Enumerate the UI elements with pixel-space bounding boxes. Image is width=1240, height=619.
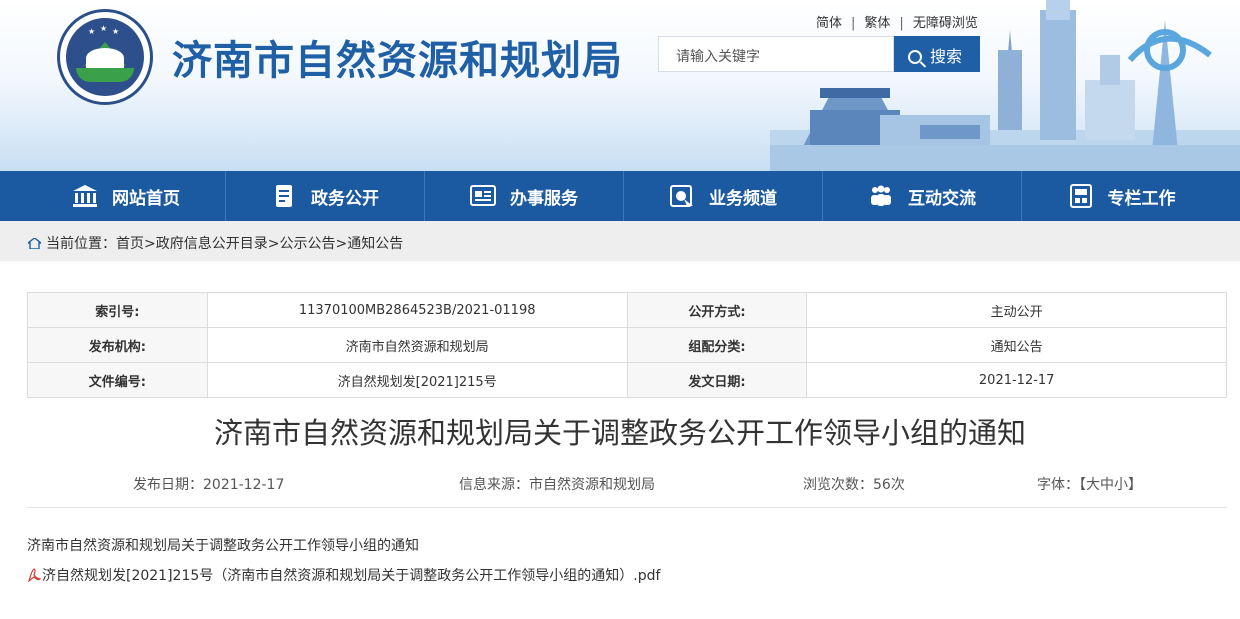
table-row: 发布机构: 济南市自然资源和规划局 组配分类: 通知公告 — [27, 327, 1227, 363]
column-icon — [1069, 184, 1092, 208]
main-nav: 网站首页 政务公开 办事服务 业务频道 互动交流 专栏工作 — [0, 171, 1240, 221]
nav-label: 政务公开 — [311, 188, 379, 209]
issuing-org-label: 发布机构: — [27, 327, 208, 363]
document-icon — [276, 185, 292, 207]
font-large-button[interactable]: 大 — [1086, 477, 1100, 493]
search-button[interactable]: 搜索 — [894, 36, 980, 72]
disclosure-method-label: 公开方式: — [626, 292, 808, 328]
bracket-open: 【 — [1079, 477, 1086, 493]
search-icon — [908, 50, 922, 64]
nav-business-channel[interactable]: 业务频道 — [624, 171, 823, 221]
traditional-chinese-link[interactable]: 繁体 — [864, 12, 890, 31]
index-number-label: 索引号: — [27, 292, 208, 328]
publish-date: 发布日期：2021-12-17 — [133, 477, 285, 493]
simplified-chinese-link[interactable]: 简体 — [816, 12, 842, 31]
nav-services[interactable]: 办事服务 — [425, 171, 624, 221]
nav-label: 互动交流 — [908, 188, 976, 209]
category-label: 组配分类: — [626, 327, 808, 363]
index-number-value: 11370100MB2864523B/2021-01198 — [206, 292, 628, 328]
nav-label: 办事服务 — [510, 188, 578, 209]
nav-label: 网站首页 — [112, 188, 180, 209]
search-input[interactable]: 请输入关键字 — [658, 36, 894, 72]
issue-date-label: 发文日期: — [626, 362, 808, 398]
accessibility-link[interactable]: 无障碍浏览 — [913, 12, 978, 31]
site-title: 济南市自然资源和规划局 — [172, 38, 623, 84]
top-links: 简体 | 繁体 | 无障碍浏览 — [816, 12, 978, 31]
nav-special-column[interactable]: 专栏工作 — [1022, 171, 1221, 221]
document-meta-table: 索引号: 11370100MB2864523B/2021-01198 公开方式:… — [27, 292, 1227, 398]
nav-label: 业务频道 — [709, 188, 777, 209]
nav-gov-affairs[interactable]: 政务公开 — [226, 171, 425, 221]
attachment-name: 济自然规划发[2021]215号（济南市自然资源和规划局关于调整政务公开工作领导… — [42, 568, 661, 584]
breadcrumb-sep: > — [335, 236, 348, 252]
link-separator: | — [899, 16, 904, 31]
issue-date-value: 2021-12-17 — [806, 362, 1227, 398]
breadcrumb-announcements[interactable]: 公示公告 — [279, 236, 335, 252]
home-icon — [28, 238, 41, 249]
info-source: 信息来源：市自然资源和规划局 — [459, 477, 655, 493]
link-separator: | — [851, 16, 856, 31]
nav-interaction[interactable]: 互动交流 — [823, 171, 1022, 221]
pdf-file-icon — [28, 568, 41, 582]
breadcrumb-sep: > — [144, 236, 156, 252]
document-number-label: 文件编号: — [27, 362, 208, 398]
breadcrumb-notices[interactable]: 通知公告 — [347, 236, 403, 252]
site-logo[interactable]: ★ ★ ★ — [57, 9, 153, 105]
channel-icon — [670, 185, 693, 207]
breadcrumb-bar: 当前位置：首页>政府信息公开目录>公示公告>通知公告 — [0, 221, 1240, 261]
font-small-button[interactable]: 小 — [1114, 477, 1128, 493]
pdf-attachment-link[interactable]: 济自然规划发[2021]215号（济南市自然资源和规划局关于调整政务公开工作领导… — [27, 565, 660, 585]
bracket-close: 】 — [1128, 477, 1142, 493]
issuing-org-value: 济南市自然资源和规划局 — [206, 327, 628, 363]
font-size-control: 字体：【大中小】 — [1037, 474, 1142, 494]
divider — [27, 507, 1227, 508]
breadcrumb-prefix: 当前位置： — [46, 236, 116, 252]
view-count: 浏览次数：56次 — [803, 477, 905, 493]
breadcrumb-gov-info[interactable]: 政府信息公开目录 — [156, 236, 268, 252]
disclosure-method-value: 主动公开 — [806, 292, 1227, 328]
nav-home[interactable]: 网站首页 — [27, 171, 226, 221]
category-value: 通知公告 — [806, 327, 1227, 363]
breadcrumb-home[interactable]: 首页 — [116, 236, 144, 252]
service-form-icon — [470, 185, 496, 206]
bureau-emblem-icon: ★ ★ ★ — [66, 18, 144, 96]
table-row: 文件编号: 济自然规划发[2021]215号 发文日期: 2021-12-17 — [27, 362, 1227, 398]
nav-label: 专栏工作 — [1107, 188, 1176, 209]
font-size-label: 字体： — [1037, 477, 1079, 493]
building-icon — [73, 185, 97, 207]
site-header: ★ ★ ★ 济南市自然资源和规划局 简体 | 繁体 | 无障碍浏览 请输入关键字 搜索 — [0, 0, 1240, 171]
article-body-text: 济南市自然资源和规划局关于调整政务公开工作领导小组的通知 — [27, 538, 419, 554]
document-number-value: 济自然规划发[2021]215号 — [206, 362, 628, 398]
breadcrumb-sep: > — [267, 236, 280, 252]
people-icon — [871, 185, 891, 206]
article-title: 济南市自然资源和规划局关于调整政务公开工作领导小组的通知 — [213, 416, 1026, 450]
breadcrumb: 当前位置：首页>政府信息公开目录>公示公告>通知公告 — [28, 233, 403, 253]
font-medium-button[interactable]: 中 — [1100, 477, 1114, 493]
search-button-label: 搜索 — [930, 47, 963, 66]
table-row: 索引号: 11370100MB2864523B/2021-01198 公开方式:… — [27, 292, 1227, 328]
